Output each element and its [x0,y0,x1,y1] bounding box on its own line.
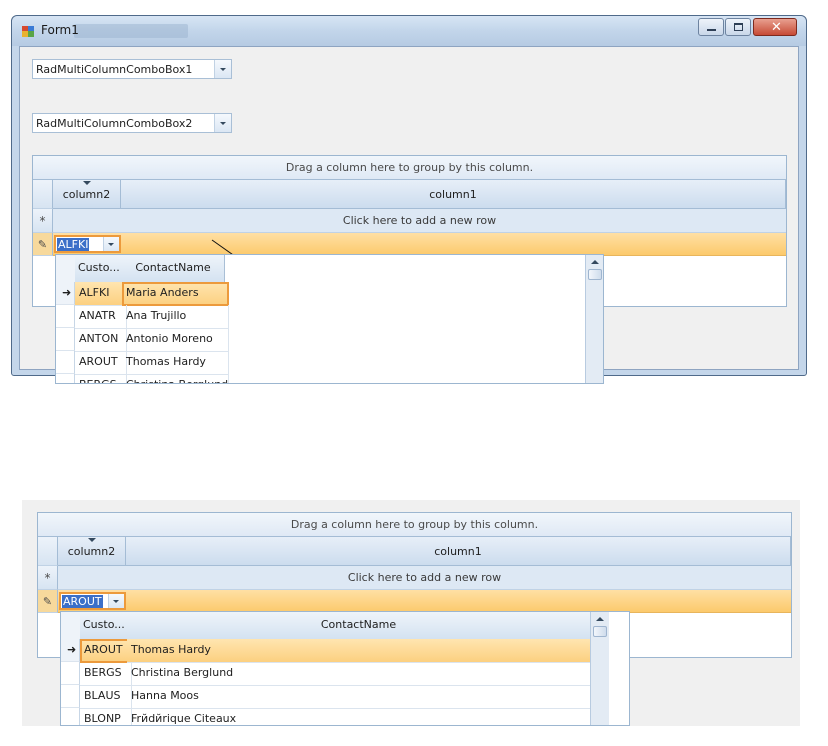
dropdown-popup: Custo... ContactName ➜ ALFKI Maria Ander… [55,254,604,384]
group-panel[interactable]: Drag a column here to group by this colu… [38,513,791,537]
scroll-thumb[interactable] [593,626,607,637]
row-indicator [56,328,75,351]
column-header-column1[interactable]: column1 [126,537,791,566]
row-indicator [61,685,80,708]
row-indicator [61,662,80,685]
cell-combo-editor[interactable]: AROUT [59,592,126,610]
cell-customer[interactable]: ANATR [75,305,127,329]
scroll-thumb[interactable] [588,269,602,280]
row-indicator [56,305,75,328]
cell-customer[interactable]: AROUT [80,639,132,663]
column-header-column2[interactable]: column2 [58,537,126,566]
popup-vertical-scrollbar[interactable] [585,255,603,383]
row-indicator: ➜ [56,282,75,305]
popup-header-indicator [61,612,81,640]
cell-contactname[interactable]: Ana Trujillo [122,305,229,329]
popup-header-contactname[interactable]: ContactName [122,255,225,283]
editor-selected-text[interactable]: AROUT [62,595,103,608]
edit-row-indicator: ✎ [38,590,58,613]
row-pointer-icon: ➜ [62,286,72,299]
header-row-indicator [38,537,58,566]
cell-contactname[interactable]: Thomas Hardy [127,639,595,663]
pencil-icon: ✎ [42,595,53,608]
edit-row [58,590,791,613]
cell-contactname[interactable]: Christina Berglund [122,374,229,383]
cell-customer[interactable]: BLAUS [80,685,132,709]
cell-customer[interactable]: BERGS [75,374,127,383]
cell-customer[interactable]: AROUT [75,351,127,375]
cell-contactname[interactable]: Thomas Hardy [122,351,229,375]
cell-contactname[interactable]: Antonio Moreno [122,328,229,352]
cell-customer[interactable]: BERGS [80,662,132,686]
new-row-indicator: * [38,566,58,590]
new-row-star-icon: * [44,571,51,585]
popup-header-customer[interactable]: Custo... [75,255,126,283]
scroll-up-icon[interactable] [596,617,604,621]
popup-header-contactname[interactable]: ContactName [127,612,591,640]
cell-customer[interactable]: ALFKI [75,282,127,306]
popup-header-customer[interactable]: Custo... [80,612,131,640]
cell-contactname[interactable]: Frйdйrique Citeaux [127,708,595,725]
cell-contactname[interactable]: Hanna Moos [127,685,595,709]
row-indicator [56,374,75,383]
scroll-up-icon[interactable] [591,260,599,264]
row-indicator: ➜ [61,639,80,662]
column-header-label: column2 [67,545,116,558]
dropdown-arrow-icon[interactable] [108,594,124,608]
cell-contactname[interactable]: Maria Anders [122,282,229,306]
second-screenshot-area: Drag a column here to group by this colu… [22,500,800,726]
row-indicator [56,351,75,374]
row-pointer-icon: ➜ [67,643,77,656]
cell-contactname[interactable]: Christina Berglund [127,662,595,686]
cell-customer[interactable]: ANTON [75,328,127,352]
sort-arrow-icon [88,538,96,542]
dropdown-popup: Custo... ContactName ➜ AROUT Thomas Hard… [60,611,630,726]
popup-header-indicator [56,255,76,283]
popup-vertical-scrollbar[interactable] [590,612,609,725]
cell-customer[interactable]: BLONP [80,708,132,725]
new-row[interactable]: Click here to add a new row [58,566,791,590]
row-indicator [61,708,80,725]
